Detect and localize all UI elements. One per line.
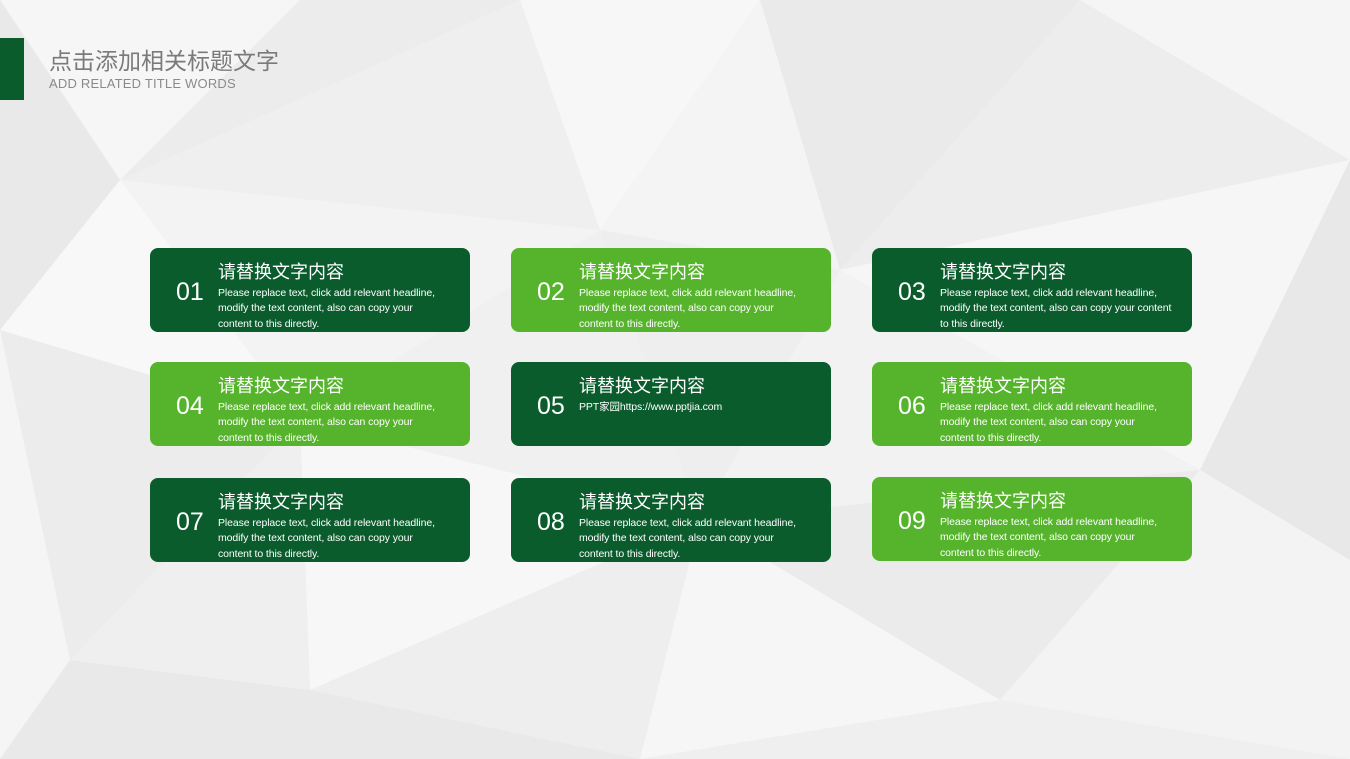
card-heading: 请替换文字内容 <box>940 491 1066 511</box>
card-body: Please replace text, click add relevant … <box>579 517 796 560</box>
card-number: 03 <box>898 278 926 306</box>
card-number: 04 <box>176 392 204 420</box>
card-number: 08 <box>537 508 565 536</box>
card-07[interactable]: 07 请替换文字内容 Please replace text, click ad… <box>150 478 470 562</box>
card-number: 01 <box>176 278 204 306</box>
card-heading: 请替换文字内容 <box>579 376 705 396</box>
card-heading: 请替换文字内容 <box>940 262 1066 282</box>
page-title: 点击添加相关标题文字 <box>49 48 279 74</box>
card-number: 05 <box>537 392 565 420</box>
card-heading: 请替换文字内容 <box>218 492 344 512</box>
card-number: 06 <box>898 392 926 420</box>
card-06[interactable]: 06 请替换文字内容 Please replace text, click ad… <box>872 362 1192 446</box>
card-02[interactable]: 02 请替换文字内容 Please replace text, click ad… <box>511 248 831 332</box>
card-body: Please replace text, click add relevant … <box>218 401 435 444</box>
card-number: 07 <box>176 508 204 536</box>
card-body: Please replace text, click add relevant … <box>218 287 435 330</box>
card-heading: 请替换文字内容 <box>218 262 344 282</box>
title-accent-bar <box>0 38 24 100</box>
card-body: Please replace text, click add relevant … <box>579 287 796 330</box>
card-number: 02 <box>537 278 565 306</box>
page-subtitle: ADD RELATED TITLE WORDS <box>49 76 236 91</box>
card-body: PPT家园https://www.pptjia.com <box>579 401 723 413</box>
card-heading: 请替换文字内容 <box>940 376 1066 396</box>
card-number: 09 <box>898 507 926 535</box>
card-08[interactable]: 08 请替换文字内容 Please replace text, click ad… <box>511 478 831 562</box>
card-05[interactable]: 05 请替换文字内容 PPT家园https://www.pptjia.com <box>511 362 831 446</box>
card-body: Please replace text, click add relevant … <box>940 516 1157 559</box>
card-09[interactable]: 09 请替换文字内容 Please replace text, click ad… <box>872 477 1192 561</box>
card-heading: 请替换文字内容 <box>579 492 705 512</box>
card-body: Please replace text, click add relevant … <box>218 517 435 560</box>
card-body: Please replace text, click add relevant … <box>940 401 1157 444</box>
card-03[interactable]: 03 请替换文字内容 Please replace text, click ad… <box>872 248 1192 332</box>
card-body: Please replace text, click add relevant … <box>940 287 1172 330</box>
card-01[interactable]: 01 请替换文字内容 Please replace text, click ad… <box>150 248 470 332</box>
card-04[interactable]: 04 请替换文字内容 Please replace text, click ad… <box>150 362 470 446</box>
card-heading: 请替换文字内容 <box>579 262 705 282</box>
card-heading: 请替换文字内容 <box>218 376 344 396</box>
